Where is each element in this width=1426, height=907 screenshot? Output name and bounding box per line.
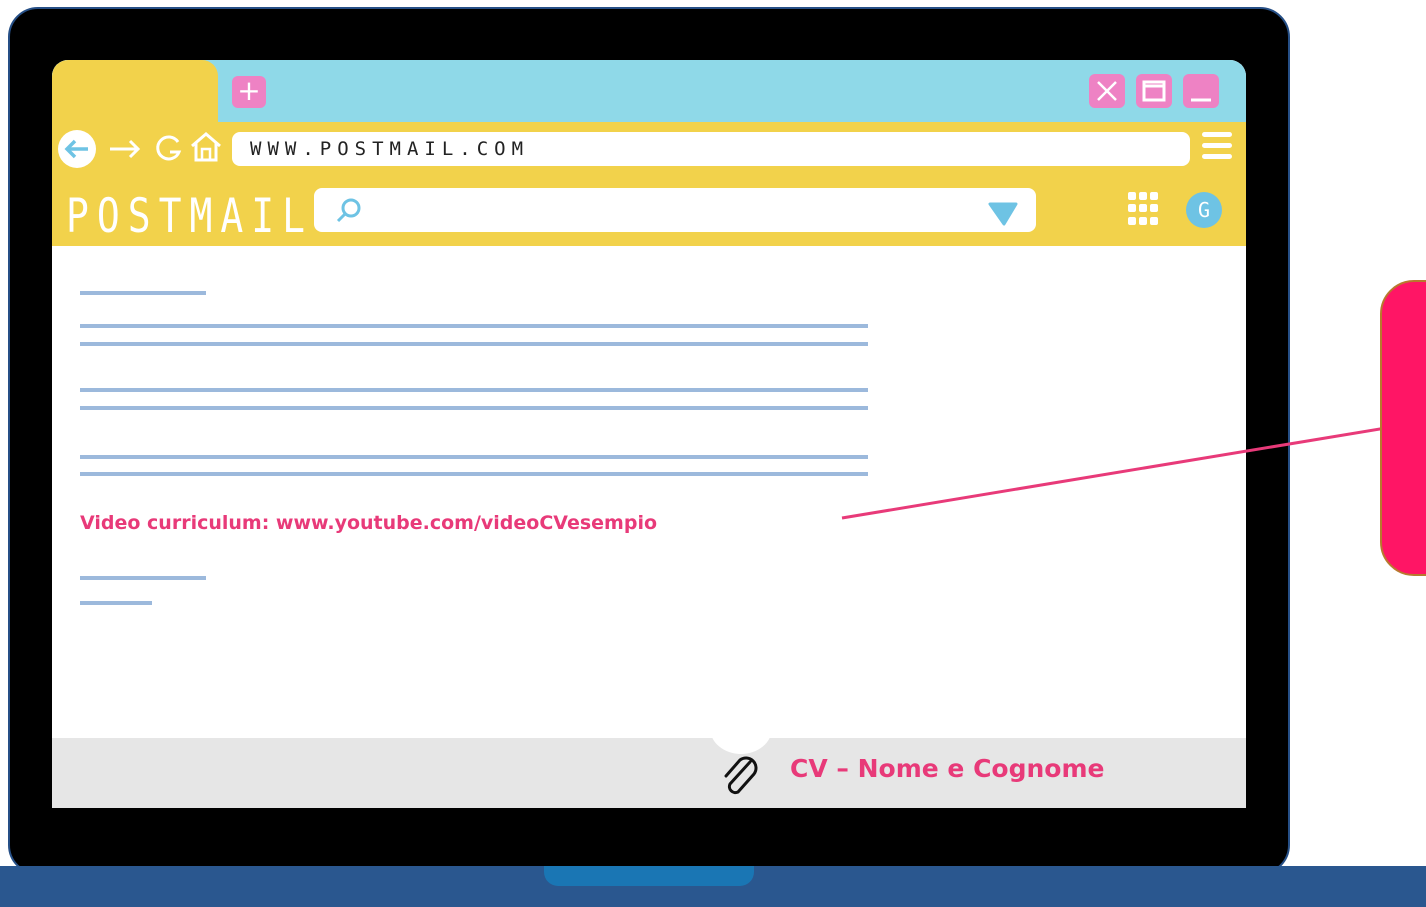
callout-box [1380, 280, 1426, 576]
callout-connector-line [841, 422, 1411, 520]
